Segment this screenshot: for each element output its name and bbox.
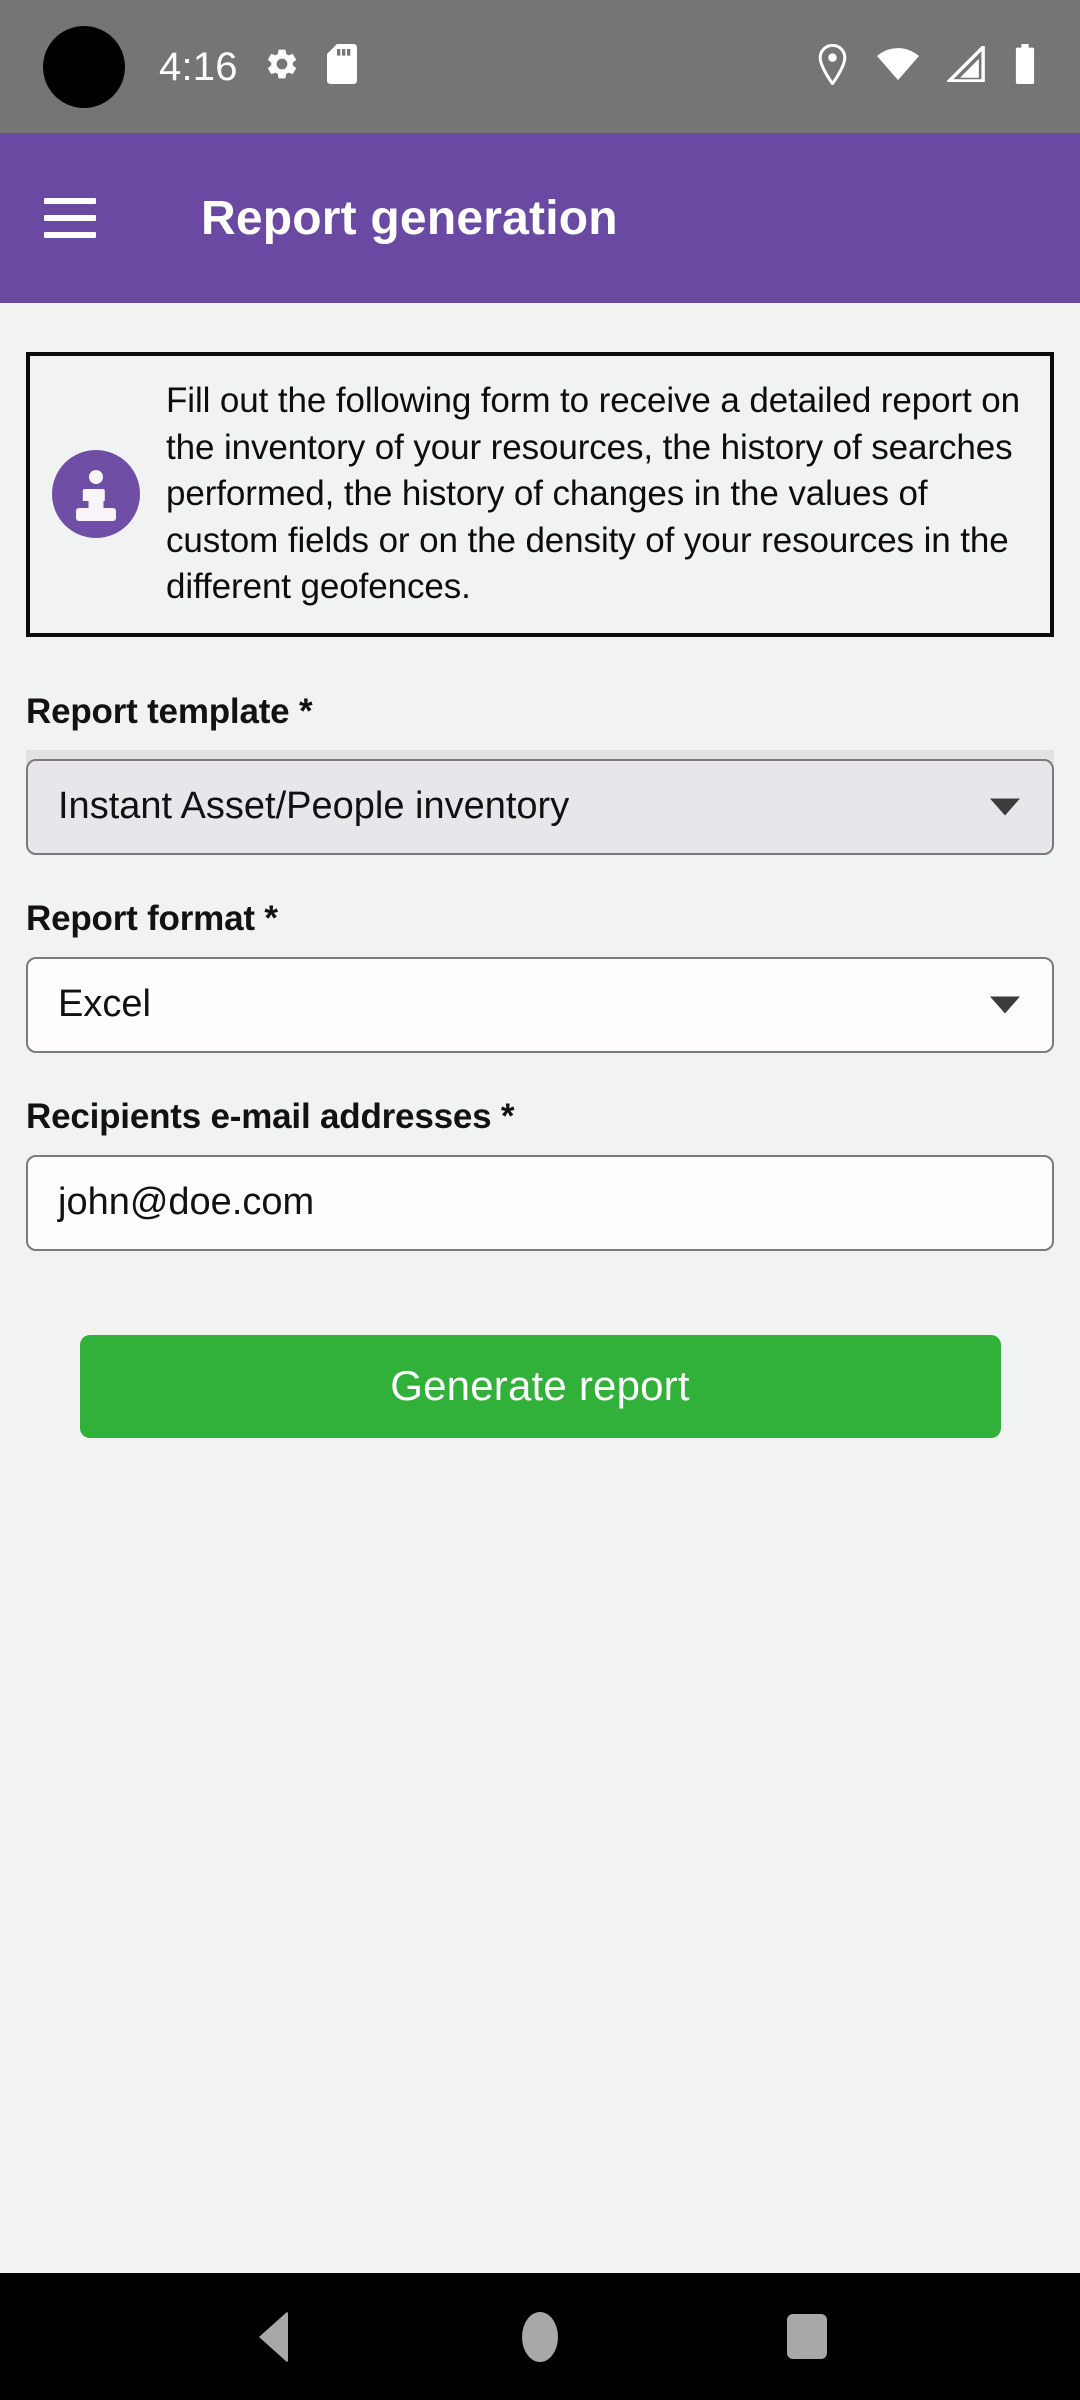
home-circle-icon	[521, 2311, 558, 2362]
hamburger-bar	[44, 232, 96, 238]
info-callout: Fill out the following form to receive a…	[26, 352, 1054, 637]
submit-row: Generate report	[26, 1334, 1054, 1438]
settings-gear-icon	[264, 46, 300, 87]
report-format-value: Excel	[58, 983, 151, 1026]
cellular-signal-icon	[945, 42, 985, 87]
chevron-down-icon	[990, 798, 1020, 816]
battery-icon	[1012, 44, 1038, 89]
phone-screen: 4:16 Report generation Fill out the foll…	[0, 0, 1080, 2400]
camera-cutout	[43, 25, 125, 108]
location-pin-icon	[816, 43, 849, 90]
nav-back-button[interactable]	[218, 2282, 328, 2392]
field-report-format: Report format * Excel	[26, 899, 1054, 1053]
app-bar: Report generation	[0, 133, 1080, 303]
hamburger-bar	[44, 198, 96, 204]
recipients-email-input[interactable]: john@doe.com	[26, 1154, 1054, 1251]
report-template-value: Instant Asset/People inventory	[58, 785, 570, 828]
field-report-template: Report template * Instant Asset/People i…	[26, 692, 1054, 855]
recipients-email-label: Recipients e-mail addresses *	[26, 1096, 515, 1136]
report-template-select-shell: Instant Asset/People inventory	[26, 749, 1054, 855]
info-callout-text: Fill out the following form to receive a…	[166, 381, 1020, 607]
back-triangle-icon	[258, 2310, 288, 2363]
chevron-down-icon	[990, 996, 1020, 1014]
info-circle-icon	[52, 450, 140, 539]
hamburger-menu-icon[interactable]	[44, 198, 96, 238]
nav-home-button[interactable]	[485, 2282, 595, 2392]
info-icon-base	[76, 508, 116, 522]
sd-card-icon	[326, 44, 358, 89]
status-bar: 4:16	[0, 0, 1080, 133]
field-recipients-email: Recipients e-mail addresses * john@doe.c…	[26, 1097, 1054, 1251]
wifi-icon	[876, 47, 920, 86]
report-format-select-shell: Excel	[26, 956, 1054, 1053]
status-bar-left-group: 4:16	[159, 44, 358, 89]
nav-recents-button[interactable]	[752, 2282, 862, 2392]
report-template-label: Report template *	[26, 691, 313, 731]
android-navigation-bar	[0, 2273, 1080, 2400]
info-icon-dot	[89, 470, 103, 485]
report-format-label: Report format *	[26, 898, 278, 938]
status-bar-clock: 4:16	[159, 44, 238, 89]
form-content: Fill out the following form to receive a…	[0, 303, 1080, 2273]
status-bar-right-group	[816, 42, 1038, 90]
generate-report-button[interactable]: Generate report	[79, 1334, 1001, 1438]
report-template-select[interactable]: Instant Asset/People inventory	[26, 758, 1054, 855]
hamburger-bar	[44, 215, 96, 221]
page-title: Report generation	[201, 191, 618, 245]
report-format-select[interactable]: Excel	[26, 956, 1054, 1053]
recents-square-icon	[786, 2314, 827, 2359]
